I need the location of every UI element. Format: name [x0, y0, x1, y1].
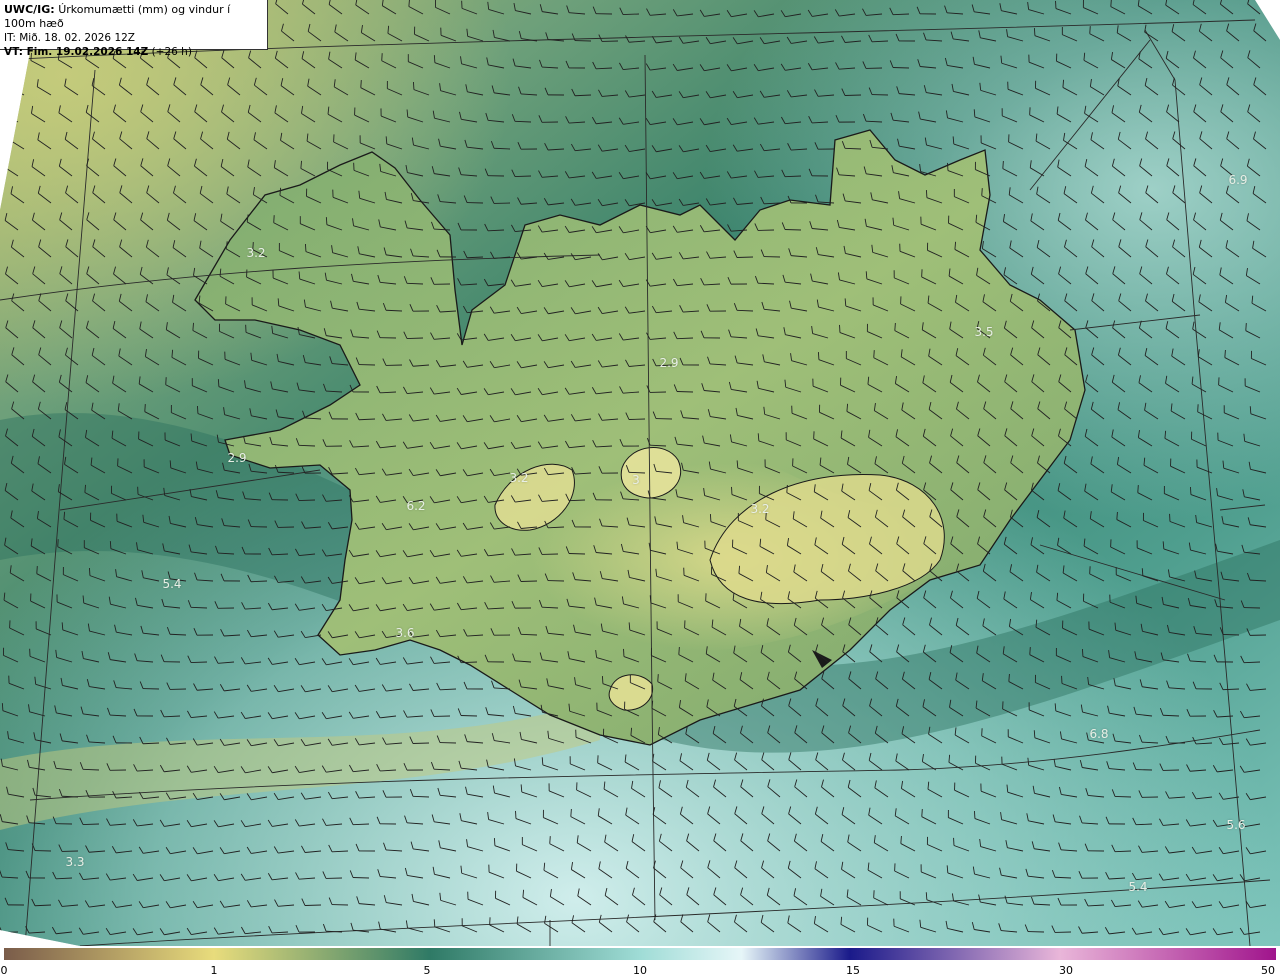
- initial-time: IT: Mið. 18. 02. 2026 12Z: [4, 32, 135, 44]
- value-label: 6.9: [1228, 173, 1248, 187]
- colorbar-tick: 0: [0, 964, 8, 977]
- value-label: 2.9: [227, 451, 247, 465]
- map-area[interactable]: 6.9 3.2 3.5 2.9 2.9 3.2 3 3.2 6.2 5.4 3.6 6.8 5.6 5.4…: [0, 0, 1280, 946]
- valid-time: VT: Fim. 19.02.2026 14Z: [4, 46, 149, 58]
- value-label: 5.4: [162, 577, 182, 591]
- value-label: 5.6: [1226, 818, 1246, 832]
- value-label: 6.8: [1089, 727, 1109, 741]
- value-label: 6.2: [406, 499, 426, 513]
- valid-time-line: VT: Fim. 19.02.2026 14Z (+26 h): [4, 45, 263, 59]
- colorbar-tick: 50: [1261, 964, 1275, 977]
- colorbar-tick: 5: [423, 964, 431, 977]
- colorbar-tick: 1: [210, 964, 218, 977]
- value-label: 3.2: [509, 471, 529, 485]
- value-label: 3.3: [65, 855, 85, 869]
- product-code: UWC/IG:: [4, 3, 55, 16]
- value-label: 3.5: [974, 325, 994, 339]
- value-label: 3: [632, 473, 640, 487]
- colorbar-tick: 15: [846, 964, 860, 977]
- value-label: 3.2: [750, 502, 770, 516]
- value-label: 5.4: [1128, 880, 1148, 894]
- forecast-offset: (+26 h): [151, 46, 192, 58]
- value-label: 3.2: [246, 246, 266, 260]
- value-label: 3.6: [395, 626, 415, 640]
- info-box: UWC/IG: Úrkomumætti (mm) og vindur í 100…: [0, 0, 268, 58]
- value-label: 2.9: [659, 356, 679, 370]
- title-line: UWC/IG: Úrkomumætti (mm) og vindur í 100…: [4, 3, 263, 31]
- colorbar: 0 1 5 10 15 30 50: [0, 946, 1280, 978]
- colorbar-tick: 10: [633, 964, 647, 977]
- colorbar-tick: 30: [1059, 964, 1073, 977]
- colorbar-strip: [4, 948, 1276, 960]
